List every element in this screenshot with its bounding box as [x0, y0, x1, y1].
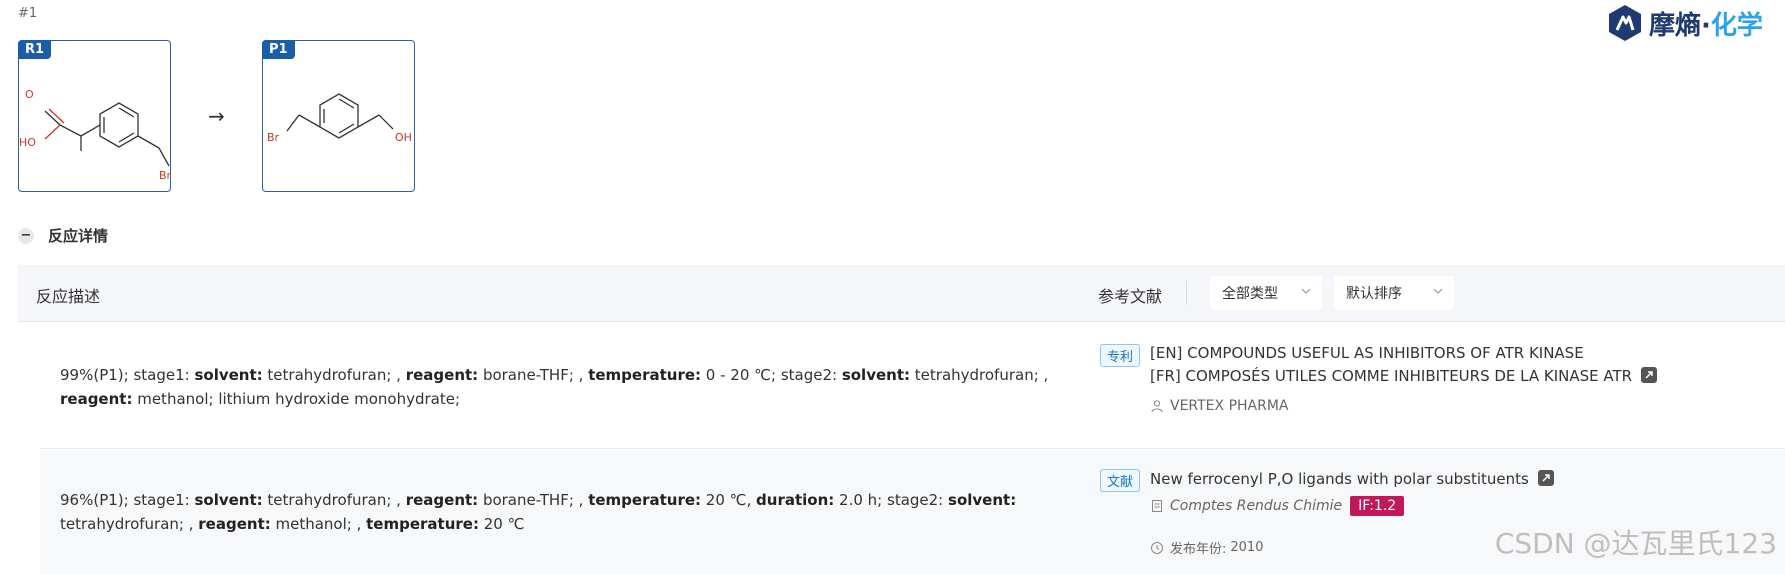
table-row: 99%(P1); stage1: solvent: tetrahydrofura… [40, 324, 1785, 449]
assignee-line: VERTEX PHARMA [1150, 398, 1289, 414]
publish-year-label: 发布年份: [1170, 542, 1227, 557]
document-icon [1152, 500, 1162, 512]
assignee-name: VERTEX PHARMA [1170, 398, 1289, 414]
product-tag: P1 [262, 40, 295, 59]
publish-year-value: 2010 [1230, 540, 1264, 555]
column-header-reference: 参考文献 [1098, 287, 1163, 306]
user-icon [1151, 400, 1163, 413]
reaction-arrow: → [208, 104, 225, 128]
collapse-icon: − [18, 227, 34, 244]
header-divider [1186, 281, 1187, 305]
brand-logo-icon [1609, 5, 1641, 41]
sort-order-select[interactable]: 默认排序 [1334, 276, 1454, 310]
product-structure [286, 93, 394, 139]
brand-logo[interactable]: 摩熵·化学 [1605, 0, 1785, 46]
type-filter-select[interactable]: 全部类型 [1210, 276, 1322, 310]
atom-label-ho: HO [19, 136, 36, 149]
patent-title-en[interactable]: [EN] COMPOUNDS USEFUL AS INHIBITORS OF A… [1150, 344, 1584, 362]
chevron-down-icon [1301, 288, 1311, 294]
watermark: CSDN @达瓦里氏123 [1494, 527, 1777, 560]
patent-title-fr-link[interactable]: [FR] COMPOSÉS UTILES COMME INHIBITEURS D… [1150, 366, 1658, 385]
publish-year-line: 发布年份: 2010 [1150, 538, 1263, 557]
atom-label-br: Br [159, 169, 172, 182]
table-header [18, 265, 1785, 322]
ref-type-badge: 专利 [1100, 344, 1141, 367]
reaction-details-toggle[interactable]: − 反应详情 [18, 225, 108, 246]
journal-line: Comptes Rendus Chimie IF:1.2 [1150, 496, 1405, 516]
reaction-description: 99%(P1); stage1: solvent: tetrahydrofura… [60, 366, 1049, 408]
reactant-card[interactable]: R1 O HO Br [18, 40, 171, 192]
clock-icon [1151, 541, 1163, 554]
section-title: 反应详情 [48, 227, 109, 245]
reactant-structure [44, 102, 170, 167]
reaction-index: #1 [18, 6, 38, 21]
reaction-description: 96%(P1); stage1: solvent: tetrahydrofura… [60, 491, 1017, 533]
article-title-link[interactable]: New ferrocenyl P,O ligands with polar su… [1150, 469, 1555, 488]
chevron-down-icon [1433, 288, 1443, 294]
brand-name: 摩熵·化学 [1649, 10, 1763, 41]
atom-label-br: Br [267, 131, 280, 144]
external-link-icon[interactable] [1640, 366, 1658, 384]
column-header-description: 反应描述 [36, 287, 101, 306]
impact-factor-badge: IF:1.2 [1350, 496, 1405, 516]
atom-label-oh: OH [395, 131, 412, 144]
sort-order-value: 默认排序 [1346, 286, 1402, 302]
reactant-tag: R1 [18, 40, 52, 59]
atom-label-o: O [25, 88, 34, 101]
external-link-icon[interactable] [1537, 469, 1555, 487]
journal-name: Comptes Rendus Chimie [1170, 498, 1343, 514]
type-filter-value: 全部类型 [1222, 286, 1278, 302]
ref-type-badge: 文献 [1100, 469, 1141, 492]
product-card[interactable]: P1 Br OH [262, 40, 415, 192]
